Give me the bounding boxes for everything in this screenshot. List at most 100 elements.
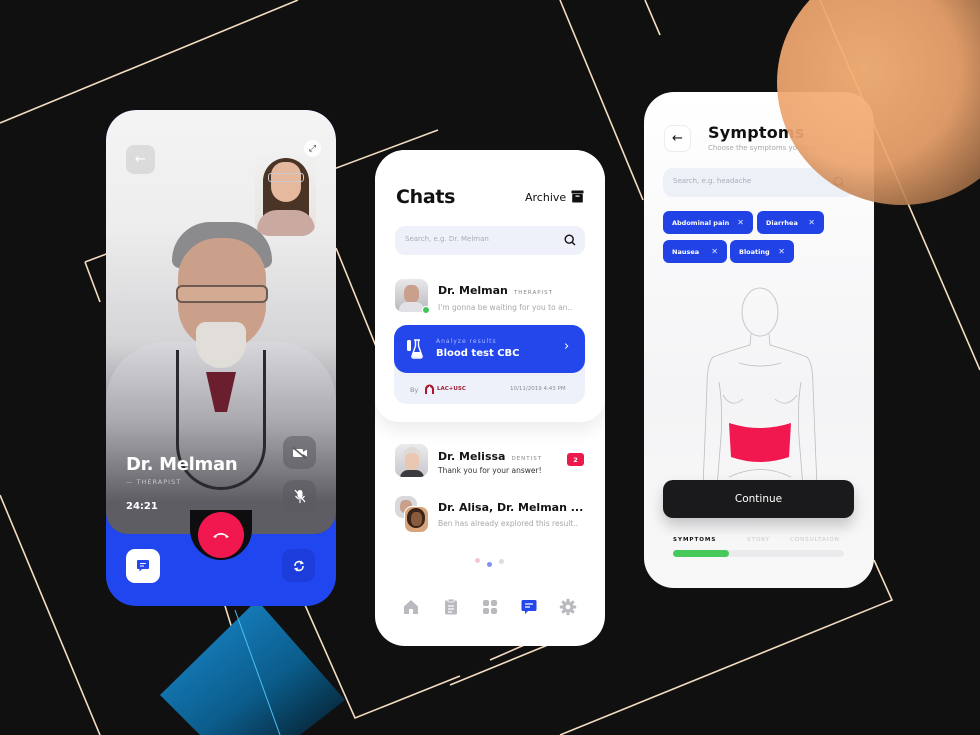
highlighted-abdomen-region xyxy=(729,423,791,462)
video-off-icon xyxy=(291,446,307,459)
chevron-right-icon: › xyxy=(564,339,570,354)
page-dot-active[interactable] xyxy=(487,562,492,567)
chat-item-header[interactable]: Dr. Melissa DENTIST xyxy=(438,450,542,463)
remove-chip-icon[interactable]: ✕ xyxy=(808,218,815,227)
body-arm-left xyxy=(716,381,723,487)
mute-button[interactable] xyxy=(283,480,316,513)
chat-last-message: Ben has already explored this result.. xyxy=(438,519,579,528)
mic-off-icon xyxy=(294,489,305,503)
home-icon[interactable] xyxy=(402,598,420,616)
chat-contact-role: THERAPIST xyxy=(513,290,554,296)
settings-gear-icon[interactable] xyxy=(559,598,577,616)
chats-header-panel: Chats Archive Search, e.g. Dr. Melman Dr… xyxy=(375,150,605,422)
doctor-video-glasses xyxy=(176,285,268,303)
page-dot[interactable] xyxy=(475,558,480,563)
chat-contact-name: Dr. Melissa xyxy=(438,450,506,463)
online-status-indicator xyxy=(422,306,430,314)
symptom-chip[interactable]: Diarrhea ✕ xyxy=(757,211,824,234)
chat-item-header[interactable]: Dr. Melman THERAPIST xyxy=(438,284,553,297)
switch-camera-button[interactable] xyxy=(282,549,315,582)
lac-usc-logo-icon xyxy=(425,384,434,394)
remote-video-feed: ← ⤢ Dr. Melman — THERAPIST 24:21 xyxy=(106,110,336,534)
avatar-body xyxy=(399,302,424,312)
step-progress-bar xyxy=(673,550,844,557)
back-button[interactable]: ← xyxy=(664,125,691,152)
chat-contact-name: Dr. Melman xyxy=(438,284,508,297)
expand-icon: ⤢ xyxy=(308,143,317,154)
search-icon[interactable] xyxy=(564,234,576,246)
open-chat-button[interactable] xyxy=(126,549,160,583)
remove-chip-icon[interactable]: ✕ xyxy=(737,218,744,227)
self-view-glasses xyxy=(268,173,304,182)
phone-hangup-icon xyxy=(213,533,229,538)
deco-line xyxy=(449,639,561,686)
back-button[interactable]: ← xyxy=(126,145,155,174)
expand-button[interactable]: ⤢ xyxy=(304,140,321,157)
result-card-title: Blood test CBC xyxy=(436,348,520,359)
chat-group-name[interactable]: Dr. Alisa, Dr. Melman ... xyxy=(438,501,583,514)
page-title: Chats xyxy=(396,186,456,208)
analyze-results-card[interactable]: Analyze results Blood test CBC › xyxy=(394,325,585,373)
clipboard-icon[interactable] xyxy=(442,598,460,616)
body-map-figure[interactable] xyxy=(689,277,839,487)
body-outline-right xyxy=(768,333,818,487)
body-chest-right xyxy=(774,394,798,404)
lab-flask-icon xyxy=(407,339,423,359)
attachment-by-label: By xyxy=(410,386,419,394)
chat-contact-role: DENTIST xyxy=(511,456,543,462)
deco-line xyxy=(84,261,101,303)
symptom-chip[interactable]: Abdominal pain ✕ xyxy=(663,211,753,234)
deco-line xyxy=(0,494,101,735)
archive-link[interactable]: Archive xyxy=(525,191,566,204)
self-view-pip[interactable] xyxy=(255,148,316,236)
bottom-tab-bar xyxy=(375,590,605,630)
caller-name: Dr. Melman xyxy=(126,454,238,475)
body-outline-left xyxy=(702,333,752,487)
chat-icon[interactable] xyxy=(520,598,538,616)
switch-camera-icon xyxy=(293,560,304,571)
chip-label: Diarrhea xyxy=(766,218,798,227)
archive-box-icon[interactable] xyxy=(571,190,584,203)
symptom-chip[interactable]: Nausea ✕ xyxy=(663,240,727,263)
chats-screen: Chats Archive Search, e.g. Dr. Melman Dr… xyxy=(375,150,605,646)
page-dot[interactable] xyxy=(499,559,504,564)
step-story[interactable]: STORY xyxy=(747,537,770,543)
arrow-left-icon: ← xyxy=(135,152,146,167)
chat-search-input[interactable]: Search, e.g. Dr. Melman xyxy=(395,226,585,255)
chat-last-message: Thank you for your answer! xyxy=(438,466,542,475)
avatar-face xyxy=(404,285,419,303)
body-head xyxy=(741,287,779,337)
symptom-chip[interactable]: Bloating ✕ xyxy=(730,240,794,263)
grid-icon[interactable] xyxy=(481,598,499,616)
search-placeholder: Search, e.g. Dr. Melman xyxy=(405,235,489,243)
remove-chip-icon[interactable]: ✕ xyxy=(711,247,718,256)
avatar-face xyxy=(405,453,419,470)
camera-toggle-button[interactable] xyxy=(283,436,316,469)
attachment-org: LAC+USC xyxy=(437,386,466,392)
self-view-face xyxy=(271,162,301,202)
unread-count-badge: 2 xyxy=(567,453,584,466)
remove-chip-icon[interactable]: ✕ xyxy=(778,247,785,256)
chip-label: Bloating xyxy=(739,247,770,256)
hangup-button[interactable] xyxy=(198,512,244,558)
call-timer: 24:21 xyxy=(126,501,158,512)
arrow-left-icon: ← xyxy=(672,131,683,146)
video-call-screen: ← ⤢ Dr. Melman — THERAPIST 24:21 xyxy=(106,110,336,606)
chat-last-message: I'm gonna be waiting for you to an.. xyxy=(438,303,573,312)
self-view-body xyxy=(257,210,315,236)
continue-button[interactable]: Continue xyxy=(663,480,854,518)
body-hips xyxy=(728,469,792,478)
attachment-date: 10/11/2019 4:43 PM xyxy=(510,386,566,392)
avatar-dr-melissa[interactable] xyxy=(395,444,428,477)
avatar-face xyxy=(411,512,422,526)
caller-role: — THERAPIST xyxy=(126,478,182,486)
avatar-body xyxy=(400,470,424,477)
step-symptoms[interactable]: SYMPTOMS xyxy=(673,537,716,543)
result-card-subtitle: Analyze results xyxy=(436,338,497,345)
deco-line xyxy=(0,0,299,124)
deco-line xyxy=(644,0,661,36)
body-chest-left xyxy=(722,394,744,404)
step-consultation[interactable]: CONSULTAION xyxy=(790,537,840,543)
chat-bubble-icon xyxy=(137,560,149,572)
avatar-dr-alisa[interactable] xyxy=(404,506,429,533)
